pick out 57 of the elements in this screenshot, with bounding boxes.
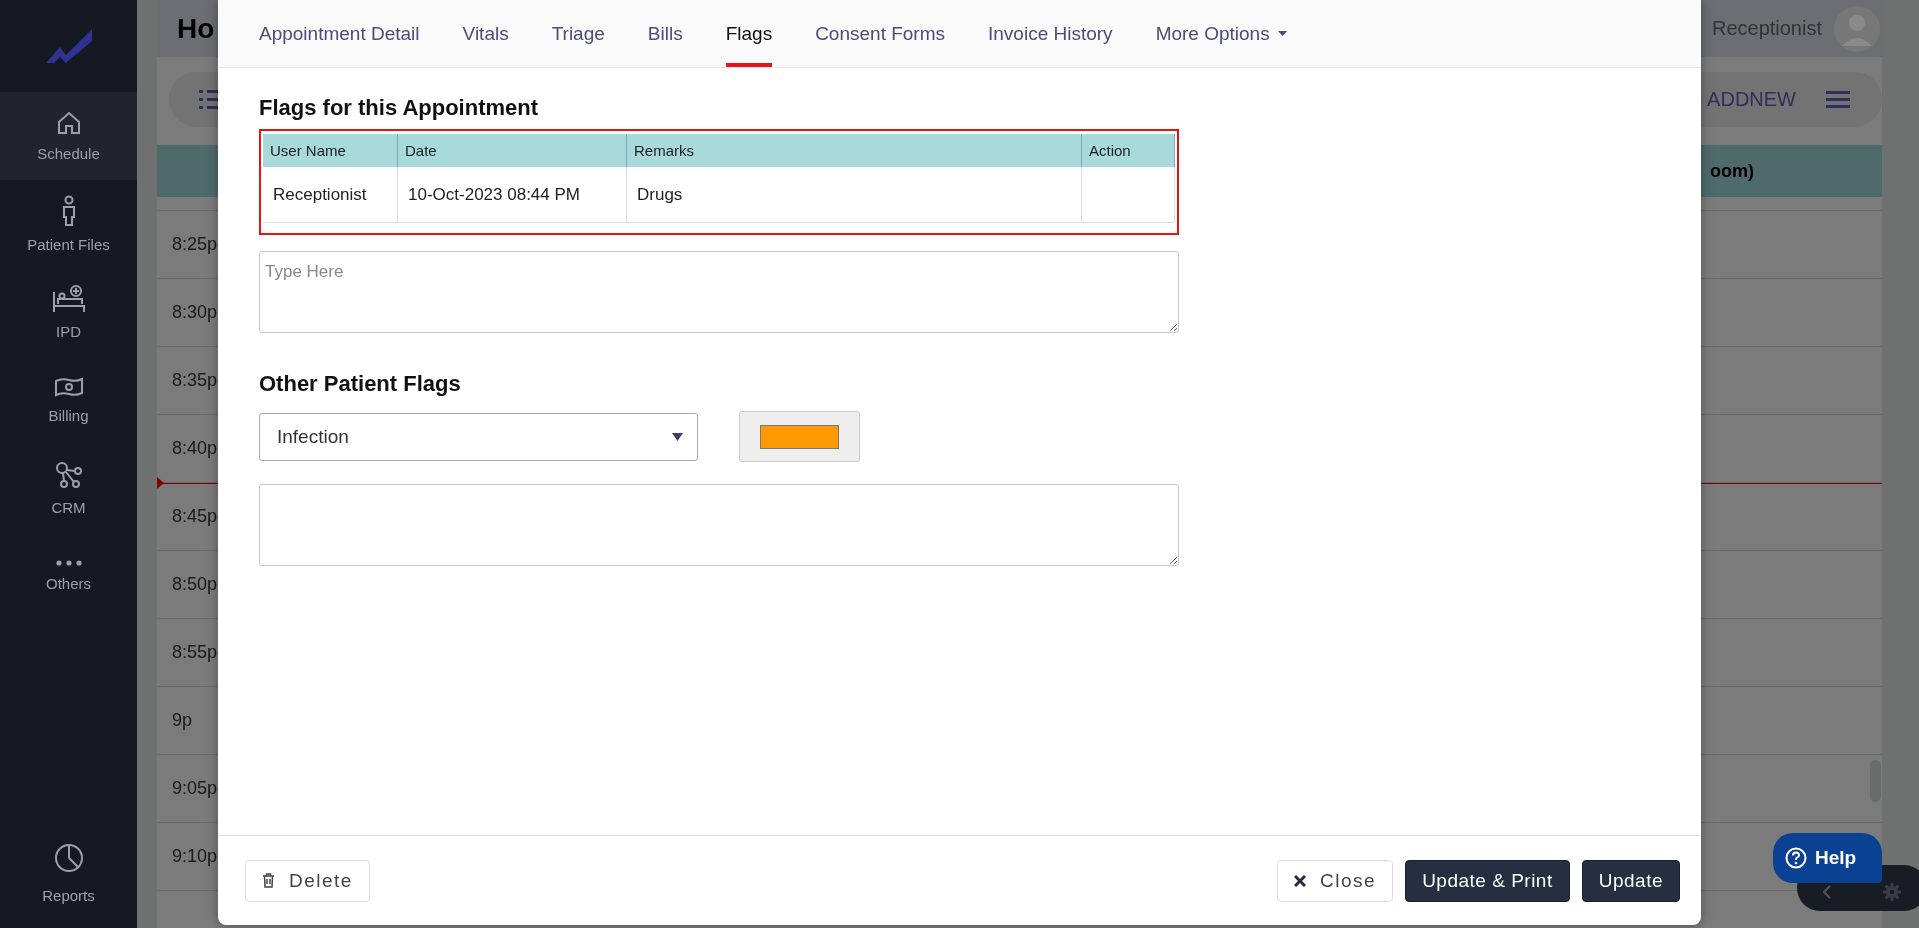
user-name: Receptionist xyxy=(1711,17,1822,40)
update-button[interactable]: Update xyxy=(1581,859,1680,902)
caret-icon xyxy=(672,432,683,441)
sidebar-item[interactable]: Reports xyxy=(0,818,137,928)
flag-select[interactable]: Infection xyxy=(259,412,698,461)
column-header: Remarks xyxy=(626,134,1082,167)
time-label: 9:05p xyxy=(172,778,218,799)
sidebar-item[interactable]: IPD xyxy=(0,268,137,356)
page-title: Ho xyxy=(177,12,215,45)
caret-icon xyxy=(1277,31,1287,36)
sidebar-item[interactable]: CRM xyxy=(0,444,137,532)
sidebar-item[interactable]: Billing xyxy=(0,356,137,444)
tab[interactable]: Bills xyxy=(647,0,683,67)
tab[interactable]: Vitals xyxy=(462,0,509,67)
banknote-icon xyxy=(53,376,84,398)
time-label: 9:10p xyxy=(172,846,218,867)
column-header: Action xyxy=(1081,134,1175,167)
remark-field[interactable] xyxy=(259,484,1179,566)
time-label: 8:50p xyxy=(172,574,218,595)
color-picker-button[interactable] xyxy=(739,411,860,462)
network-icon xyxy=(53,460,84,490)
hospital-bed-icon xyxy=(51,284,86,314)
home-icon xyxy=(55,110,82,136)
menu-icon[interactable] xyxy=(1826,90,1850,109)
time-label: 8:45p xyxy=(172,506,218,527)
column-header: User Name xyxy=(263,134,398,167)
question-icon xyxy=(1785,847,1807,869)
time-label: 8:30p xyxy=(172,302,218,323)
pie-chart-icon xyxy=(53,842,84,873)
sidebar-item[interactable]: Others xyxy=(0,532,137,620)
time-label: 8:40p xyxy=(172,438,218,459)
section-heading: Other Patient Flags xyxy=(259,371,462,397)
trash-icon xyxy=(262,873,275,888)
help-button[interactable]: Help xyxy=(1773,833,1882,883)
logo-icon xyxy=(45,29,92,63)
column-header: Date xyxy=(397,134,627,167)
time-label: 8:55p xyxy=(172,642,218,663)
settings-icon[interactable] xyxy=(1883,883,1901,901)
sidebar-item[interactable]: Schedule xyxy=(0,92,137,180)
update-button[interactable]: Update & Print xyxy=(1405,859,1570,902)
close-button[interactable]: Close xyxy=(1277,859,1394,902)
time-label: 8:35p xyxy=(172,370,218,391)
remark-field[interactable]: Type Here xyxy=(259,251,1179,333)
sidebar-item[interactable]: Patient Files xyxy=(0,180,137,268)
chevron-left-icon[interactable] xyxy=(1823,885,1831,899)
tab[interactable]: Invoice History xyxy=(988,0,1113,67)
close-icon xyxy=(1294,874,1307,887)
tab[interactable]: Triage xyxy=(551,0,605,67)
section-heading: Flags for this Appointment xyxy=(259,95,540,121)
more-icon xyxy=(55,560,82,566)
time-label: 8:25p xyxy=(172,234,218,255)
tab[interactable]: Flags xyxy=(725,0,773,67)
time-label: 9p xyxy=(172,710,193,731)
tab[interactable]: Appointment Detail xyxy=(259,0,420,67)
tab[interactable]: More Options xyxy=(1155,0,1287,67)
delete-button[interactable]: Delete xyxy=(245,859,370,902)
tab[interactable]: Consent Forms xyxy=(815,0,945,67)
